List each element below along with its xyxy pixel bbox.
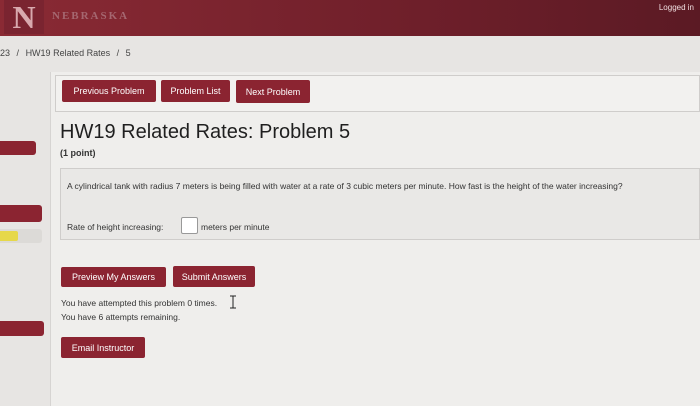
breadcrumb-set[interactable]: HW19 Related Rates xyxy=(26,48,111,58)
submit-answers-button[interactable]: Submit Answers xyxy=(173,266,255,287)
attempts-used-text: You have attempted this problem 0 times. xyxy=(61,298,218,308)
breadcrumb-course[interactable]: 23 xyxy=(0,48,10,58)
attempts-remaining-text: You have 6 attempts remaining. xyxy=(61,312,181,322)
breadcrumb-separator: / xyxy=(16,48,20,58)
sidebar-item[interactable] xyxy=(0,141,36,155)
problem-question: A cylindrical tank with radius 7 meters … xyxy=(67,181,623,191)
preview-answers-button[interactable]: Preview My Answers xyxy=(61,267,166,287)
sidebar-item[interactable] xyxy=(0,321,44,336)
nebraska-n-logo[interactable]: N xyxy=(4,0,44,34)
problem-points: (1 point) xyxy=(60,148,96,158)
svg-text:N: N xyxy=(12,0,35,34)
logged-in-status[interactable]: Logged in xyxy=(659,3,694,12)
breadcrumb: 23 / HW19 Related Rates / 5 xyxy=(0,48,135,58)
email-instructor-button[interactable]: Email Instructor xyxy=(61,337,145,358)
next-problem-button[interactable]: Next Problem xyxy=(236,80,310,103)
previous-problem-button[interactable]: Previous Problem xyxy=(62,80,156,102)
breadcrumb-problem: 5 xyxy=(125,48,131,58)
breadcrumb-separator: / xyxy=(116,48,120,58)
problem-list-button[interactable]: Problem List xyxy=(161,80,230,102)
sidebar-item[interactable] xyxy=(0,205,42,222)
brand-wordmark: NEBRASKA xyxy=(52,10,130,22)
answer-units: meters per minute xyxy=(201,222,270,232)
answer-label: Rate of height increasing: xyxy=(67,222,164,232)
answer-input[interactable] xyxy=(181,217,198,234)
top-banner: N NEBRASKA Logged in xyxy=(0,0,700,36)
problem-title: HW19 Related Rates: Problem 5 xyxy=(60,121,351,143)
sidebar-item-active[interactable] xyxy=(0,229,42,243)
text-cursor-icon xyxy=(230,295,236,309)
